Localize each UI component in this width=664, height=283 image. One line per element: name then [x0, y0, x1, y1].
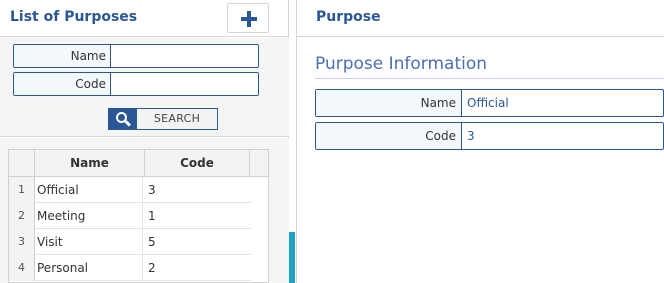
name-filter-field: Name	[13, 44, 259, 68]
name-filter-input[interactable]	[112, 45, 258, 67]
grid-header: Name Code	[9, 150, 268, 177]
row-number: 1	[9, 177, 35, 203]
row-code-cell: 2	[148, 261, 156, 275]
row-code-cell: 5	[148, 235, 156, 249]
code-filter-label: Code	[14, 73, 111, 95]
purpose-detail-panel: Purpose Purpose Information Name Officia…	[296, 0, 664, 283]
table-row[interactable]: 2 Meeting 1	[9, 203, 251, 229]
list-title: List of Purposes	[10, 9, 138, 25]
table-row[interactable]: 1 Official 3	[9, 177, 251, 203]
detail-title: Purpose	[316, 9, 381, 25]
code-filter-input[interactable]	[112, 73, 258, 95]
section-divider	[315, 78, 664, 79]
row-name-cell: Meeting	[37, 203, 143, 229]
grid-area: Name Code 1 Official 3 2 Meeting 1 3 Vis…	[0, 138, 289, 283]
list-header: List of Purposes	[0, 0, 289, 37]
purpose-name-value: Official	[467, 96, 509, 110]
purpose-name-label: Name	[316, 90, 462, 116]
search-button[interactable]: SEARCH	[108, 108, 218, 130]
purpose-name-field: Name Official	[315, 89, 664, 117]
row-number: 3	[9, 229, 35, 255]
panel-scroll-indicator[interactable]	[289, 232, 295, 283]
row-number: 4	[9, 255, 35, 281]
purpose-grid: Name Code 1 Official 3 2 Meeting 1 3 Vis…	[8, 149, 269, 283]
row-number: 2	[9, 203, 35, 229]
row-name-cell: Personal	[37, 255, 143, 281]
code-filter-field: Code	[13, 72, 259, 96]
purpose-list-panel: List of Purposes Name Code SEARCH Name C…	[0, 0, 289, 283]
row-name-cell: Visit	[37, 229, 143, 255]
row-number-header	[9, 150, 35, 177]
row-code-cell: 1	[148, 209, 156, 223]
table-row[interactable]: 4 Personal 2	[9, 255, 251, 281]
purpose-code-label: Code	[316, 123, 462, 149]
filter-area: Name Code SEARCH	[0, 38, 289, 137]
row-code-cell: 3	[148, 183, 156, 197]
search-icon	[109, 109, 137, 129]
purpose-code-field: Code 3	[315, 122, 664, 150]
section-title: Purpose Information	[315, 54, 488, 74]
add-purpose-button[interactable]	[227, 3, 269, 33]
name-filter-label: Name	[14, 45, 111, 67]
table-row[interactable]: 3 Visit 5	[9, 229, 251, 255]
purpose-code-value: 3	[467, 129, 475, 143]
detail-header: Purpose	[297, 0, 664, 37]
row-name-cell: Official	[37, 177, 143, 203]
search-button-label: SEARCH	[153, 112, 201, 125]
column-header-name[interactable]: Name	[35, 150, 145, 177]
column-header-code[interactable]: Code	[145, 150, 250, 177]
